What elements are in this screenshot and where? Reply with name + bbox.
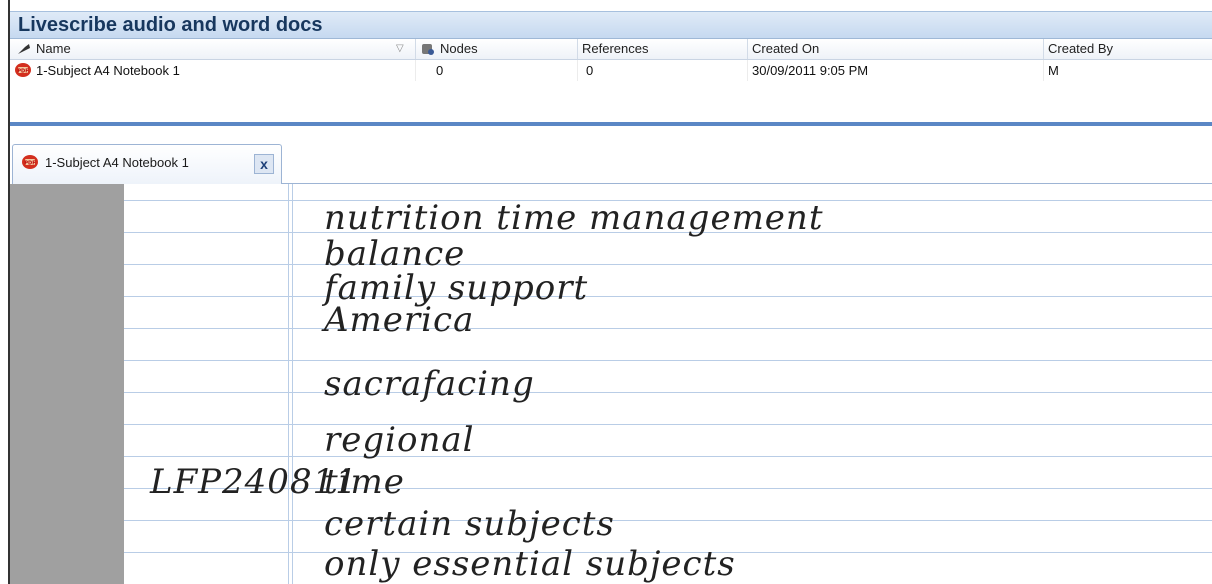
handwriting-line: regional bbox=[324, 420, 475, 460]
column-header-name[interactable]: Name ▽ bbox=[10, 39, 416, 59]
cell-nodes: 0 bbox=[416, 60, 578, 81]
column-label-created-by: Created By bbox=[1048, 41, 1114, 56]
column-label-created-on: Created On bbox=[752, 41, 820, 56]
handwriting-line: nutrition time management bbox=[324, 198, 824, 238]
svg-text:PDF: PDF bbox=[17, 69, 28, 75]
column-header-created-by[interactable]: Created By bbox=[1044, 39, 1212, 59]
tab-label: 1-Subject A4 Notebook 1 bbox=[45, 155, 189, 170]
cell-name-text: 1-Subject A4 Notebook 1 bbox=[36, 63, 180, 78]
nodes-icon bbox=[422, 44, 434, 55]
handwriting-line: America bbox=[324, 300, 475, 340]
handwriting-partial: ~ ~ ~ bbox=[334, 184, 446, 198]
handwriting-line: time bbox=[324, 462, 405, 502]
document-tab-strip: PDF 1-Subject A4 Notebook 1 x bbox=[10, 126, 1212, 184]
svg-text:PDF: PDF bbox=[24, 161, 35, 167]
cell-name: PDF 1-Subject A4 Notebook 1 bbox=[10, 60, 416, 81]
column-label-references: References bbox=[582, 41, 649, 56]
handwriting-line: only essential subjects bbox=[324, 544, 736, 584]
pdf-icon: PDF bbox=[15, 63, 31, 77]
page-gutter bbox=[10, 184, 124, 584]
cell-references: 0 bbox=[578, 60, 748, 81]
panel-title-bar: Livescribe audio and word docs bbox=[10, 11, 1212, 39]
column-header-nodes[interactable]: Nodes bbox=[416, 39, 578, 59]
pin-icon[interactable] bbox=[16, 42, 32, 56]
cell-created-by: M bbox=[1048, 63, 1059, 78]
cell-created-on: 30/09/2011 9:05 PM bbox=[748, 60, 1044, 81]
handwriting-line: sacrafacing bbox=[324, 364, 535, 404]
filter-icon[interactable]: ▽ bbox=[396, 39, 404, 59]
column-header-references[interactable]: References bbox=[578, 39, 748, 59]
handwriting-line: certain subjects bbox=[324, 504, 615, 544]
column-header-created-on[interactable]: Created On bbox=[748, 39, 1044, 59]
list-header: Name ▽ Nodes References Created On Creat… bbox=[10, 39, 1212, 60]
pdf-icon: PDF bbox=[22, 155, 38, 169]
tab-notebook[interactable]: PDF 1-Subject A4 Notebook 1 x bbox=[12, 144, 282, 184]
table-row[interactable]: PDF 1-Subject A4 Notebook 1 0 0 30/09/20… bbox=[10, 60, 1212, 81]
close-glyph: x bbox=[260, 156, 268, 172]
panel-title: Livescribe audio and word docs bbox=[18, 14, 323, 36]
column-label-nodes: Nodes bbox=[440, 41, 478, 56]
document-viewer[interactable]: ~ ~ ~ nutrition time management balance … bbox=[10, 184, 1212, 584]
notebook-page: ~ ~ ~ nutrition time management balance … bbox=[124, 184, 1212, 584]
close-icon[interactable]: x bbox=[254, 154, 274, 174]
column-label-name: Name bbox=[36, 41, 71, 56]
